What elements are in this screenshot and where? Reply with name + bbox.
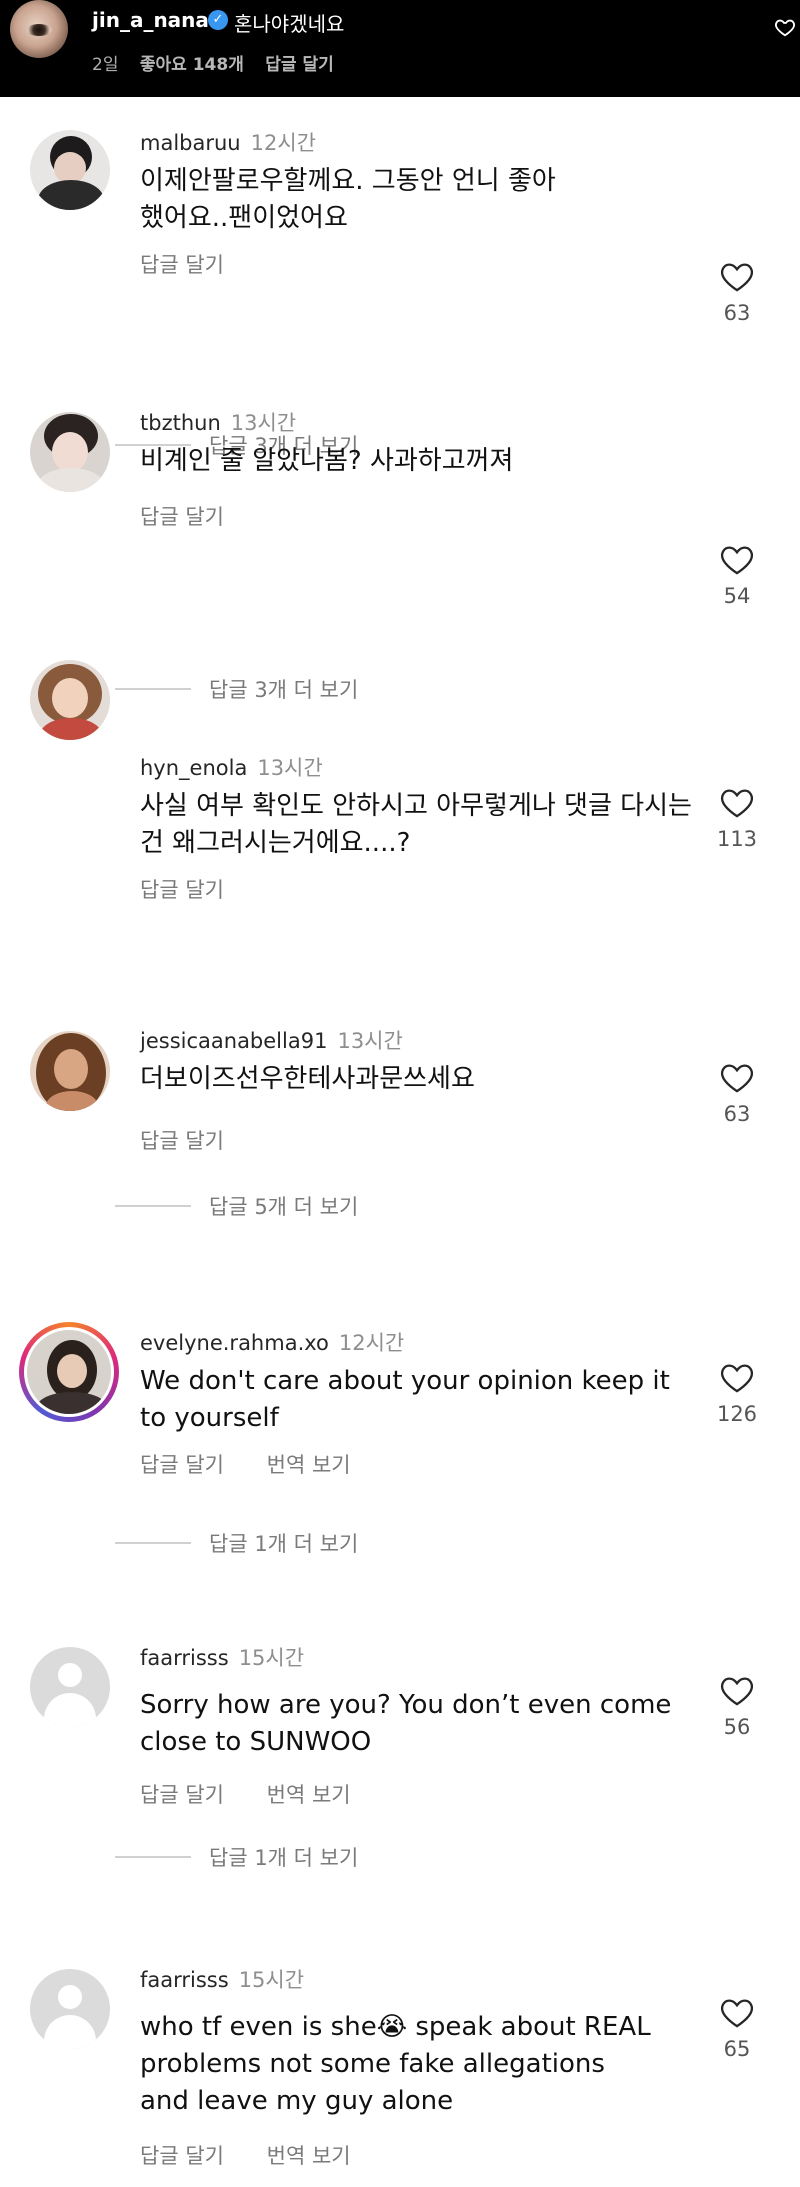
post-caption: 혼나야겠네요 [234, 12, 345, 36]
post-heart-icon[interactable] [774, 16, 796, 38]
comment-like: 65 [712, 1997, 762, 2061]
comment-time: 15시간 [238, 1968, 305, 1992]
post-meta: 2일 좋아요 148개 답글 달기 [92, 50, 350, 75]
comment-username[interactable]: faarrisss [140, 1968, 229, 1992]
post-author-username[interactable]: jin_a_nana [92, 8, 209, 32]
comment-actions: 답글 달기 번역 보기 [140, 2140, 387, 2170]
post-time: 2일 [92, 55, 119, 75]
post-header: jin_a_nana ✓ 혼나야겠네요 2일 좋아요 148개 답글 달기 [0, 0, 800, 97]
reply-button[interactable]: 답글 달기 [140, 2144, 224, 2168]
like-count: 65 [723, 2037, 751, 2061]
comment-text: who tf even is she😭 speak about REAL pro… [140, 2012, 651, 2116]
default-avatar-icon[interactable] [30, 1969, 110, 2049]
translate-button[interactable]: 번역 보기 [267, 2144, 351, 2168]
post-author-avatar[interactable] [10, 0, 68, 58]
post-reply-button[interactable]: 답글 달기 [265, 55, 333, 75]
post-like-count[interactable]: 좋아요 148개 [140, 55, 244, 75]
verified-badge-icon: ✓ [208, 10, 228, 30]
heart-outline-icon[interactable] [719, 1997, 755, 2029]
